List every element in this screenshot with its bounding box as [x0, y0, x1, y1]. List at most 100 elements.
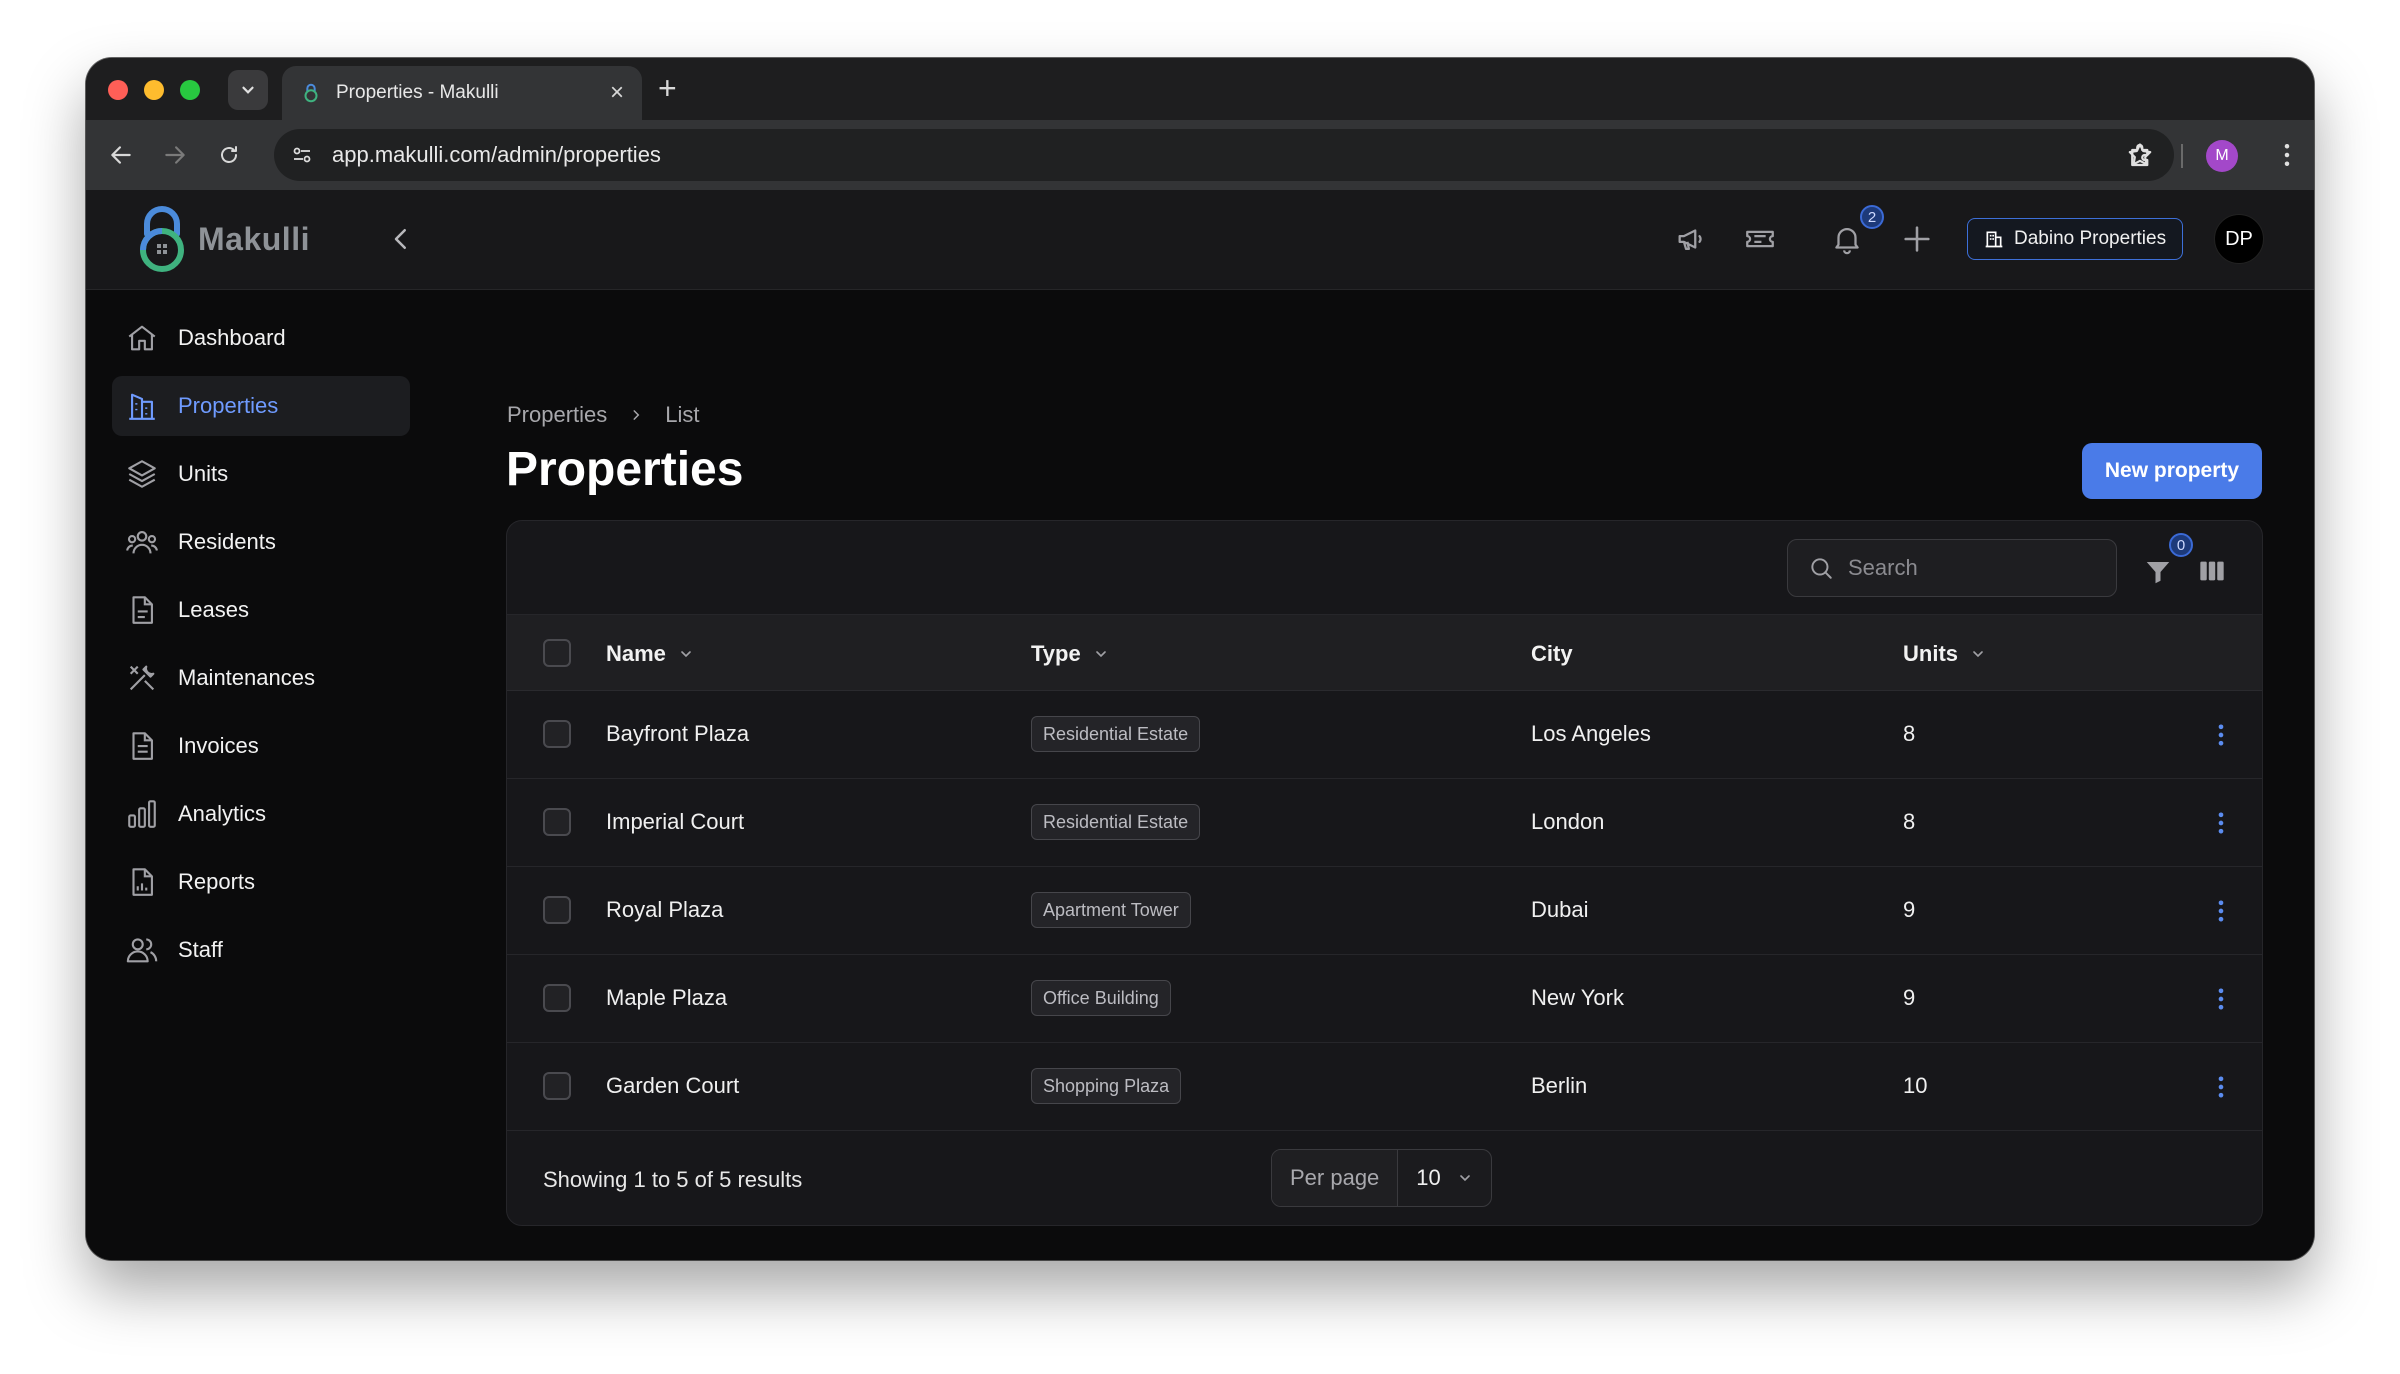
sidebar-item-residents[interactable]: Residents	[112, 512, 410, 572]
row-checkbox[interactable]	[543, 720, 571, 748]
property-name[interactable]: Bayfront Plaza	[606, 721, 749, 747]
table-toolbar: 0	[507, 521, 2262, 615]
chevron-down-icon	[1459, 1175, 1470, 1182]
chevron-down-icon	[681, 651, 691, 658]
property-units: 9	[1903, 897, 1916, 922]
users-icon	[124, 524, 160, 560]
browser-tab-bar: Properties - Makulli × +	[86, 58, 2314, 120]
sidebar-item-properties[interactable]: Properties	[112, 376, 410, 436]
ticket-icon[interactable]	[1742, 222, 1778, 256]
filter-count-badge: 0	[2169, 533, 2193, 557]
minimize-window-button[interactable]	[144, 80, 164, 100]
more-vertical-icon[interactable]	[2207, 897, 2235, 925]
home-icon	[124, 320, 160, 356]
bell-icon[interactable]	[1830, 222, 1864, 256]
browser-profile-avatar[interactable]: M	[2206, 140, 2238, 172]
table-row[interactable]: Bayfront Plaza Residential Estate Los An…	[507, 691, 2262, 779]
property-city: Los Angeles	[1531, 721, 1651, 746]
bar-chart-icon	[124, 796, 160, 832]
search-icon	[1811, 558, 1832, 579]
row-checkbox[interactable]	[543, 896, 571, 924]
row-checkbox[interactable]	[543, 808, 571, 836]
property-type-badge: Shopping Plaza	[1031, 1068, 1182, 1104]
column-header-city: City	[1531, 641, 1573, 666]
browser-window: Properties - Makulli × + app.makulli.com…	[86, 58, 2314, 1260]
new-property-button[interactable]: New property	[2082, 443, 2262, 499]
tenant-switcher-button[interactable]: Dabino Properties	[1967, 218, 2184, 260]
per-page-select[interactable]: Per page 10	[1271, 1149, 1492, 1207]
more-vertical-icon[interactable]	[2207, 985, 2235, 1013]
browser-tab-active[interactable]: Properties - Makulli ×	[282, 66, 642, 120]
breadcrumb-current: List	[665, 402, 700, 427]
building-icon	[124, 388, 160, 424]
more-vertical-icon[interactable]	[2207, 1073, 2235, 1101]
property-name[interactable]: Garden Court	[606, 1073, 739, 1099]
table-row[interactable]: Royal Plaza Apartment Tower Dubai 9	[507, 867, 2262, 955]
search-input[interactable]	[1848, 555, 2098, 581]
search-field[interactable]	[1787, 539, 2117, 597]
toolbar-divider	[2181, 144, 2183, 168]
columns-icon[interactable]	[2197, 557, 2227, 585]
app-logo[interactable]: Makulli	[130, 204, 310, 274]
forward-icon[interactable]	[160, 140, 190, 170]
new-tab-icon[interactable]: +	[658, 72, 677, 104]
column-header-name[interactable]: Name	[606, 641, 694, 667]
sidebar-item-staff[interactable]: Staff	[112, 920, 410, 980]
property-name[interactable]: Maple Plaza	[606, 985, 727, 1011]
site-settings-icon[interactable]	[290, 143, 314, 167]
more-vertical-icon[interactable]	[2207, 809, 2235, 837]
per-page-value[interactable]: 10	[1398, 1150, 1490, 1206]
per-page-label: Per page	[1272, 1150, 1399, 1206]
user-avatar[interactable]: DP	[2214, 214, 2264, 264]
reload-icon[interactable]	[214, 140, 244, 170]
close-tab-icon[interactable]: ×	[610, 81, 624, 105]
extensions-icon[interactable]	[2126, 140, 2156, 170]
more-vertical-icon[interactable]	[2272, 140, 2302, 170]
tab-title: Properties - Makulli	[336, 82, 499, 103]
property-name[interactable]: Royal Plaza	[606, 897, 723, 923]
properties-table-card: 0 Name Type City Units	[506, 520, 2263, 1226]
maximize-window-button[interactable]	[180, 80, 200, 100]
filter-icon[interactable]	[2143, 557, 2173, 587]
property-type-badge: Residential Estate	[1031, 716, 1201, 752]
row-checkbox[interactable]	[543, 1072, 571, 1100]
column-header-type[interactable]: Type	[1031, 641, 1109, 667]
property-type-badge: Apartment Tower	[1031, 892, 1191, 928]
document-icon	[124, 592, 160, 628]
table-row[interactable]: Garden Court Shopping Plaza Berlin 10	[507, 1043, 2262, 1131]
sidebar-item-dashboard[interactable]: Dashboard	[112, 308, 410, 368]
address-bar[interactable]: app.makulli.com/admin/properties	[274, 129, 2174, 181]
collapse-sidebar-icon[interactable]	[386, 224, 416, 254]
row-checkbox[interactable]	[543, 984, 571, 1012]
back-icon[interactable]	[106, 140, 136, 170]
table-row[interactable]: Maple Plaza Office Building New York 9	[507, 955, 2262, 1043]
sidebar-item-analytics[interactable]: Analytics	[112, 784, 410, 844]
makulli-favicon-icon	[304, 83, 318, 103]
property-name[interactable]: Imperial Court	[606, 809, 744, 835]
breadcrumb-properties-link[interactable]: Properties	[507, 402, 607, 428]
more-vertical-icon[interactable]	[2207, 721, 2235, 749]
property-city: Berlin	[1531, 1073, 1588, 1098]
select-all-checkbox[interactable]	[543, 639, 571, 667]
sidebar-item-reports[interactable]: Reports	[112, 852, 410, 912]
table-row[interactable]: Imperial Court Residential Estate London…	[507, 779, 2262, 867]
chevron-right-icon	[629, 402, 643, 428]
chevron-down-icon	[1973, 651, 1983, 658]
close-window-button[interactable]	[108, 80, 128, 100]
plus-icon[interactable]	[1900, 222, 1934, 256]
sidebar-item-leases[interactable]: Leases	[112, 580, 410, 640]
property-type-badge: Residential Estate	[1031, 804, 1201, 840]
sidebar-item-units[interactable]: Units	[112, 444, 410, 504]
lock-logo-icon	[140, 206, 184, 272]
chevron-down-icon	[242, 86, 254, 94]
property-units: 9	[1903, 985, 1916, 1010]
sidebar-item-invoices[interactable]: Invoices	[112, 716, 410, 776]
column-header-units[interactable]: Units	[1903, 641, 1986, 667]
browser-toolbar: app.makulli.com/admin/properties M	[86, 120, 2314, 190]
app-header: Makulli 2 Dabino Properties DP	[86, 190, 2314, 290]
table-header: Name Type City Units	[507, 615, 2262, 691]
sidebar-item-maintenances[interactable]: Maintenances	[112, 648, 410, 708]
tab-search-button[interactable]	[228, 70, 268, 110]
invoice-icon	[124, 728, 160, 764]
megaphone-icon[interactable]	[1674, 222, 1708, 256]
